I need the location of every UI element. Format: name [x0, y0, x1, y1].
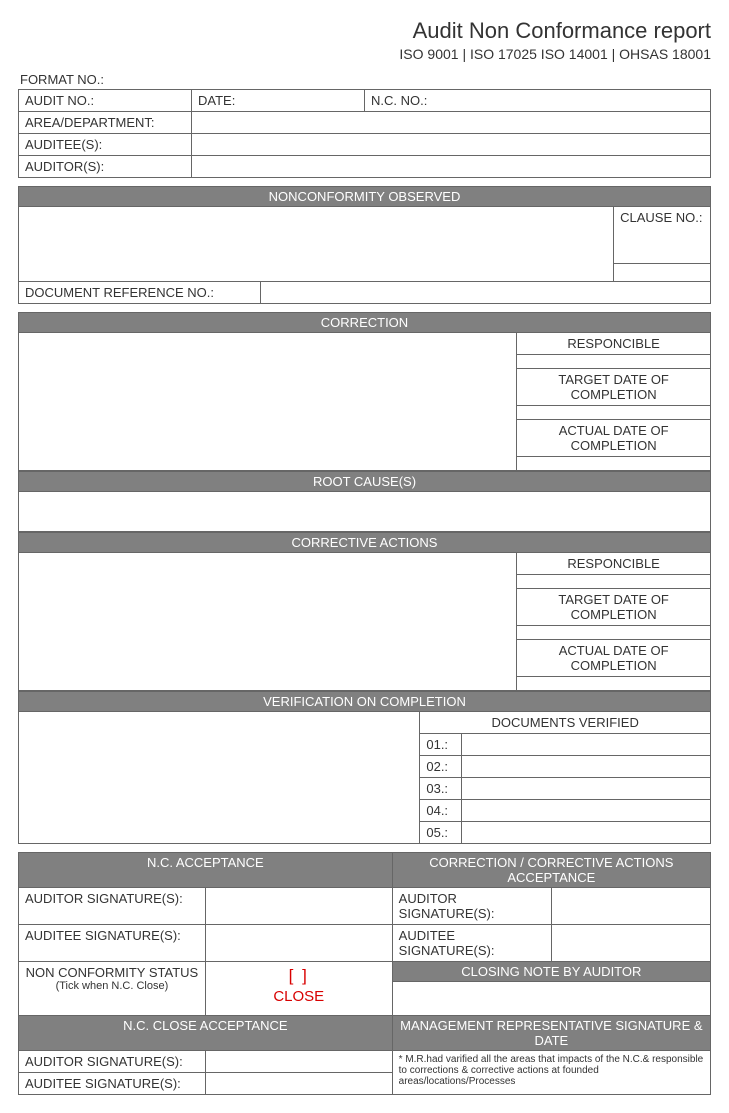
doc-subtitle: ISO 9001 | ISO 17025 ISO 14001 | OHSAS 1…: [18, 46, 711, 62]
audit-no-label: AUDIT NO.:: [19, 90, 192, 112]
corrective-actual-label: ACTUAL DATE OF COMPLETION: [517, 640, 711, 677]
corrective-actual-value[interactable]: [517, 677, 711, 691]
correction-actual-value[interactable]: [517, 457, 711, 471]
auditor-label: AUDITOR(S):: [19, 156, 192, 178]
auditee-label: AUDITEE(S):: [19, 134, 192, 156]
auditee-sig-label-2: AUDITEE SIGNATURE(S):: [392, 925, 551, 962]
doc-row-3: 03.:: [420, 778, 462, 800]
correction-target-label: TARGET DATE OF COMPLETION: [517, 369, 711, 406]
doc-title: Audit Non Conformance report: [18, 18, 711, 44]
mr-note: * M.R.had varified all the areas that im…: [392, 1051, 710, 1095]
auditee-sig-label-3: AUDITEE SIGNATURE(S):: [19, 1073, 206, 1095]
auditor-value[interactable]: [192, 156, 711, 178]
auditor-sig-label-1: AUDITOR SIGNATURE(S):: [19, 888, 206, 925]
doc-row-5: 05.:: [420, 822, 462, 844]
correction-header: CORRECTION: [19, 313, 711, 333]
auditee-sig-label-1: AUDITEE SIGNATURE(S):: [19, 925, 206, 962]
cc-acceptance-header: CORRECTION / CORRECTIVE ACTIONS ACCEPTAN…: [392, 853, 710, 888]
auditor-sig-value-2[interactable]: [551, 888, 710, 925]
corrective-header: CORRECTIVE ACTIONS: [19, 533, 711, 553]
close-brackets: [ ]: [212, 965, 386, 987]
closing-note-header: CLOSING NOTE BY AUDITOR: [392, 962, 710, 982]
tick-note: (Tick when N.C. Close): [25, 980, 199, 992]
auditor-sig-label-3: AUDITOR SIGNATURE(S):: [19, 1051, 206, 1073]
clause-value[interactable]: [614, 263, 711, 281]
nonconformity-table: NONCONFORMITY OBSERVED CLAUSE NO.: DOCUM…: [18, 186, 711, 304]
correction-responsible-label: RESPONCIBLE: [517, 333, 711, 355]
acceptance-table: N.C. ACCEPTANCE CORRECTION / CORRECTIVE …: [18, 852, 711, 1095]
doc-row-2-value[interactable]: [461, 756, 710, 778]
corrective-target-label: TARGET DATE OF COMPLETION: [517, 589, 711, 626]
doc-row-1-value[interactable]: [461, 734, 710, 756]
nonconformity-body[interactable]: [19, 207, 614, 282]
format-no-label: FORMAT NO.:: [18, 72, 711, 87]
area-label: AREA/DEPARTMENT:: [19, 112, 192, 134]
nonconformity-header: NONCONFORMITY OBSERVED: [19, 187, 711, 207]
correction-actual-label: ACTUAL DATE OF COMPLETION: [517, 420, 711, 457]
nc-no-label: N.C. NO.:: [365, 90, 711, 112]
clause-label: CLAUSE NO.:: [614, 207, 711, 264]
docs-verified-header: DOCUMENTS VERIFIED: [420, 712, 711, 734]
correction-target-value[interactable]: [517, 406, 711, 420]
nc-status-label: NON CONFORMITY STATUS: [25, 965, 199, 980]
auditee-value[interactable]: [192, 134, 711, 156]
doc-row-2: 02.:: [420, 756, 462, 778]
auditor-sig-label-2: AUDITOR SIGNATURE(S):: [392, 888, 551, 925]
auditee-sig-value-3[interactable]: [205, 1073, 392, 1095]
doc-ref-label: DOCUMENT REFERENCE NO.:: [19, 282, 261, 304]
auditee-sig-value-2[interactable]: [551, 925, 710, 962]
close-text: CLOSE: [212, 987, 386, 1007]
corrective-responsible-label: RESPONCIBLE: [517, 553, 711, 575]
verification-table: VERIFICATION ON COMPLETION DOCUMENTS VER…: [18, 691, 711, 844]
corrective-body[interactable]: [19, 553, 517, 691]
doc-ref-value[interactable]: [261, 282, 711, 304]
nc-status-cell: NON CONFORMITY STATUS (Tick when N.C. Cl…: [19, 962, 206, 1016]
mgmt-rep-header: MANAGEMENT REPRESENTATIVE SIGNATURE & DA…: [392, 1016, 710, 1051]
corrective-responsible-value[interactable]: [517, 575, 711, 589]
doc-row-1: 01.:: [420, 734, 462, 756]
root-cause-body[interactable]: [19, 492, 711, 532]
verification-body[interactable]: [19, 712, 420, 844]
date-label: DATE:: [192, 90, 365, 112]
nc-close-header: N.C. CLOSE ACCEPTANCE: [19, 1016, 393, 1051]
doc-row-5-value[interactable]: [461, 822, 710, 844]
auditor-sig-value-1[interactable]: [205, 888, 392, 925]
doc-row-4-value[interactable]: [461, 800, 710, 822]
auditee-sig-value-1[interactable]: [205, 925, 392, 962]
doc-row-4: 04.:: [420, 800, 462, 822]
auditor-sig-value-3[interactable]: [205, 1051, 392, 1073]
closing-note-body[interactable]: [392, 982, 710, 1016]
basic-info-table: AUDIT NO.: DATE: N.C. NO.: AREA/DEPARTME…: [18, 89, 711, 178]
verification-header: VERIFICATION ON COMPLETION: [19, 692, 711, 712]
corrective-table: CORRECTIVE ACTIONS RESPONCIBLE TARGET DA…: [18, 532, 711, 691]
correction-table: CORRECTION RESPONCIBLE TARGET DATE OF CO…: [18, 312, 711, 471]
root-cause-table: ROOT CAUSE(S): [18, 471, 711, 532]
nc-acceptance-header: N.C. ACCEPTANCE: [19, 853, 393, 888]
corrective-target-value[interactable]: [517, 626, 711, 640]
close-tick-box[interactable]: [ ] CLOSE: [205, 962, 392, 1016]
correction-responsible-value[interactable]: [517, 355, 711, 369]
root-cause-header: ROOT CAUSE(S): [19, 472, 711, 492]
doc-row-3-value[interactable]: [461, 778, 710, 800]
area-value[interactable]: [192, 112, 711, 134]
correction-body[interactable]: [19, 333, 517, 471]
